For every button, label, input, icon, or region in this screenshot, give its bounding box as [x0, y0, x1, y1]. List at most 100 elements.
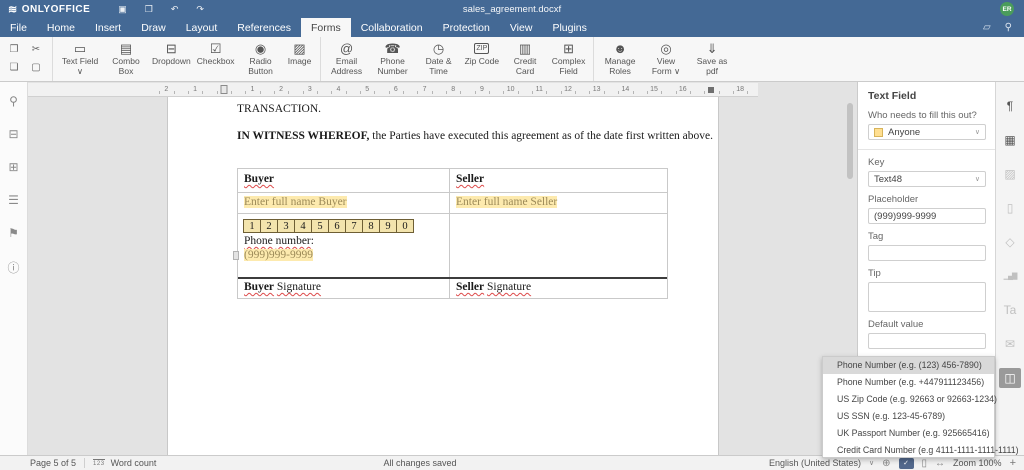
title-bar: ≋ ONLYOFFICE ▣ ❒ ↶ ↷ sales_agreement.doc… [0, 0, 1024, 18]
tag-input[interactable] [868, 245, 986, 261]
radio-button-icon[interactable]: ◉ Radio Button [238, 37, 284, 81]
ruler-mark: 12 [554, 83, 583, 97]
save-as-pdf-icon[interactable]: ⇓ Save as pdf [689, 37, 735, 81]
print-icon[interactable]: ❒ [145, 4, 153, 15]
phone-number-field[interactable]: (999)999-9999 [244, 249, 313, 261]
menu-tab[interactable]: Forms [301, 18, 351, 37]
digit-box: 7 [345, 219, 363, 233]
ruler-mark: 1 [238, 83, 267, 97]
image-settings-icon[interactable]: ▨ [999, 164, 1021, 184]
menu-tab[interactable]: File [0, 18, 37, 37]
set-language-globe-icon[interactable]: ⊕ [882, 458, 890, 469]
spell-check-toggle-icon[interactable]: ✓ [899, 458, 914, 469]
ruler-mark: 8 [439, 83, 468, 97]
dropdown-option[interactable]: UK Passport Number (e.g. 925665416) [823, 425, 994, 442]
tip-input[interactable] [868, 282, 986, 312]
empty-cell [450, 214, 667, 277]
search-icon[interactable]: ⚲ [1005, 22, 1012, 33]
fit-page-icon[interactable]: ▯ [922, 458, 928, 469]
zoom-in-button[interactable]: + [1010, 457, 1016, 469]
manage-roles-icon[interactable]: ☻ Manage Roles [597, 37, 643, 81]
doc-heading: TRANSACTION. [237, 103, 321, 115]
dropdown-option[interactable]: Phone Number (e.g. +447911123456) [823, 374, 994, 391]
menu-tab[interactable]: Insert [85, 18, 131, 37]
save-status: All changes saved [383, 458, 456, 468]
ruler-mark: 4 [324, 83, 353, 97]
digit-box: 2 [260, 219, 278, 233]
menu-tab[interactable]: View [500, 18, 543, 37]
menu-tab[interactable]: Layout [176, 18, 228, 37]
vertical-scrollbar[interactable] [847, 103, 853, 179]
seller-header-cell: Seller [456, 173, 484, 185]
dropdown-option[interactable]: US Zip Code (e.g. 92663 or 92663-1234) [823, 391, 994, 408]
buyer-signature-cell: Buyer Signature [238, 279, 450, 298]
table-settings-icon[interactable]: ▦ [999, 130, 1021, 150]
chart-settings-icon[interactable]: ▁▄▇ [999, 266, 1021, 286]
copy-icon[interactable]: ❐ [6, 42, 22, 58]
menu-tab[interactable]: Home [37, 18, 85, 37]
role-select[interactable]: Anyone ∨ [868, 124, 986, 140]
header-footer-settings-icon[interactable]: ▯ [999, 198, 1021, 218]
buyer-name-field[interactable]: Enter full name Buyer [244, 196, 347, 208]
date-time-icon[interactable]: ◷ Date & Time [416, 37, 462, 81]
ruler-mark: 2 [152, 83, 181, 97]
dropdown-option[interactable]: Credit Card Number (e.g 4111-1111-1111-1… [823, 442, 994, 459]
phone-label: Phone number: [244, 235, 443, 247]
key-select[interactable]: Text48 ∨ [868, 171, 986, 187]
open-file-location-icon[interactable]: ▱ [983, 22, 991, 33]
word-count-button[interactable]: Word count [111, 458, 157, 468]
text-field-icon[interactable]: ▭ Text Field ∨ [57, 37, 103, 81]
view-form-icon[interactable]: ◎ View Form ∨ [643, 37, 689, 81]
paragraph-settings-icon[interactable]: ¶ [999, 96, 1021, 116]
mail-merge-icon[interactable]: ✉ [999, 334, 1021, 354]
avatar[interactable]: ER [1000, 2, 1014, 16]
default-value-label: Default value [868, 319, 985, 330]
dropdown-option[interactable]: Phone Number (e.g. (123) 456-7890) [823, 357, 994, 374]
ruler-mark: 3 [295, 83, 324, 97]
paste-icon[interactable]: ❏ [6, 60, 22, 76]
who-label: Who needs to fill this out? [868, 110, 985, 121]
menu-tab[interactable]: Draw [131, 18, 176, 37]
dropdown-option[interactable]: US SSN (e.g. 123-45-6789) [823, 408, 994, 425]
feedback-icon[interactable]: ⚑ [8, 226, 19, 240]
dropdown-icon[interactable]: ⊟ Dropdown [149, 37, 194, 81]
search-icon[interactable]: ⚲ [9, 94, 18, 108]
phone-number-icon[interactable]: ☎ Phone Number [370, 37, 416, 81]
credit-card-icon[interactable]: ▥ Credit Card [502, 37, 548, 81]
zip-code-icon[interactable]: ZIP Zip Code [462, 37, 503, 81]
fit-width-icon[interactable]: ↔ [935, 458, 945, 469]
menu-tab[interactable]: Collaboration [351, 18, 433, 37]
digit-boxes-field[interactable]: 1234567890 [244, 219, 443, 233]
undo-icon[interactable]: ↶ [171, 4, 179, 15]
ruler-mark: 14 [611, 83, 640, 97]
text-art-settings-icon[interactable]: Ta [999, 300, 1021, 320]
language-selector[interactable]: English (United States) [769, 458, 861, 468]
shape-settings-icon[interactable]: ◇ [999, 232, 1021, 252]
placeholder-input[interactable] [868, 208, 986, 224]
about-icon[interactable]: ⓘ [7, 259, 19, 276]
form-settings-icon[interactable]: ◫ [999, 368, 1021, 388]
comments-icon[interactable]: ⊟ [8, 127, 18, 141]
menu-tab[interactable]: Plugins [542, 18, 596, 37]
checkbox-icon[interactable]: ☑ Checkbox [194, 37, 238, 81]
navigation-icon[interactable]: ☰ [8, 193, 19, 207]
cut-icon[interactable]: ✂ [28, 42, 44, 58]
complex-field-icon[interactable]: ⊞ Complex Field [548, 37, 594, 81]
left-sidebar: ⚲ ⊟ ⊞ ☰ ⚑ ⓘ [0, 82, 28, 455]
image-icon[interactable]: ▨ Image [284, 37, 321, 81]
redo-icon[interactable]: ↷ [196, 4, 204, 15]
default-value-input[interactable] [868, 333, 986, 349]
save-icon[interactable]: ▣ [118, 4, 127, 15]
email-address-icon[interactable]: @ Email Address [324, 37, 370, 81]
seller-signature-cell: Seller Signature [450, 279, 667, 298]
seller-name-field[interactable]: Enter full name Seller [456, 196, 557, 208]
select-all-icon[interactable]: ▢ [28, 60, 44, 76]
zoom-level[interactable]: Zoom 100% [953, 458, 1002, 468]
menu-tab[interactable]: References [227, 18, 301, 37]
chat-icon[interactable]: ⊞ [8, 160, 18, 174]
ruler-mark: 11 [525, 83, 554, 97]
signature-table: Buyer Seller Enter full name Buyer Enter… [237, 168, 668, 299]
combo-box-icon[interactable]: ▤ Combo Box [103, 37, 149, 81]
menu-tab[interactable]: Protection [433, 18, 500, 37]
clipboard-group: ❐ ✂ ❏ ▢ [0, 37, 53, 81]
